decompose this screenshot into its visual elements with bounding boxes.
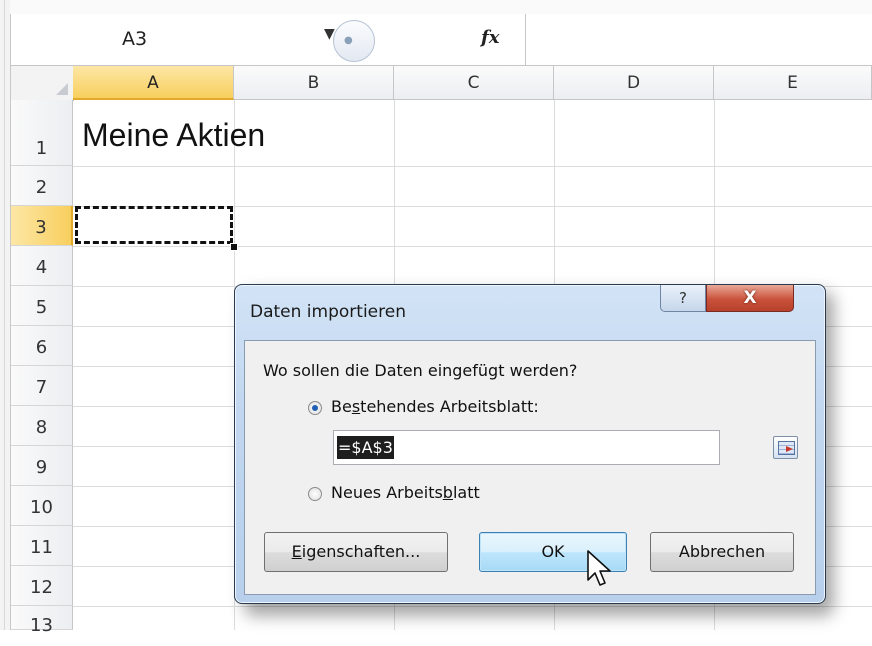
fx-icon[interactable]: fx [481,27,499,48]
existing-sheet-radio[interactable] [308,401,322,415]
row-header-12[interactable]: 12 [11,566,73,606]
column-header-d[interactable]: D [554,66,714,100]
formula-bar-expand-handle[interactable]: ● [333,20,375,62]
formula-input[interactable] [525,14,872,65]
properties-button[interactable]: Eigenschaften... [264,532,448,572]
row-header-7[interactable]: 7 [11,366,73,406]
row-header-9[interactable]: 9 [11,446,73,486]
close-icon[interactable]: X [706,285,794,312]
formula-bar: A3 ▼ ● fx [11,14,872,66]
cell-a3-selection[interactable] [75,206,233,244]
grid-line [73,246,872,247]
row-header-5[interactable]: 5 [11,286,73,326]
range-select-icon[interactable] [773,436,798,459]
dialog-body: Wo sollen die Daten eingefügt werden? Be… [244,340,816,595]
help-icon[interactable]: ? [660,285,706,312]
name-box-value[interactable]: A3 [122,28,147,50]
cell-a1[interactable]: Meine Aktien [82,117,265,154]
new-sheet-radio[interactable] [308,487,322,501]
cancel-button[interactable]: Abbrechen [650,532,794,572]
row-header-10[interactable]: 10 [11,486,73,526]
mouse-cursor-icon [587,550,611,586]
window-left-edge [0,0,11,630]
new-sheet-label[interactable]: Neues Arbeitsblatt [331,483,480,502]
grid-line [73,166,872,167]
reference-input[interactable]: =$A$3 [333,430,798,465]
row-header-2[interactable]: 2 [11,166,73,206]
existing-sheet-label[interactable]: Bestehendes Arbeitsblatt: [331,397,539,416]
reference-value[interactable]: =$A$3 [337,436,394,459]
row-header-13[interactable]: 13 [11,606,73,636]
dialog-title: Daten importieren [250,302,406,322]
column-header-c[interactable]: C [394,66,554,100]
select-all-corner[interactable] [11,66,74,101]
column-header-a[interactable]: A [73,66,234,100]
column-header-e[interactable]: E [714,66,872,100]
name-box[interactable]: A3 ▼ [27,17,335,60]
row-header-4[interactable]: 4 [11,246,73,286]
dialog-question: Wo sollen die Daten eingefügt werden? [263,361,578,380]
fill-handle[interactable] [230,243,238,251]
row-header-3[interactable]: 3 [11,206,73,246]
column-header-b[interactable]: B [234,66,394,100]
row-header-11[interactable]: 11 [11,526,73,566]
ribbon-bottom-edge [10,0,872,15]
import-data-dialog: Daten importieren ? X Wo sollen die Date… [234,284,826,604]
row-header-6[interactable]: 6 [11,326,73,366]
row-header-1[interactable]: 1 [11,100,73,166]
row-header-8[interactable]: 8 [11,406,73,446]
